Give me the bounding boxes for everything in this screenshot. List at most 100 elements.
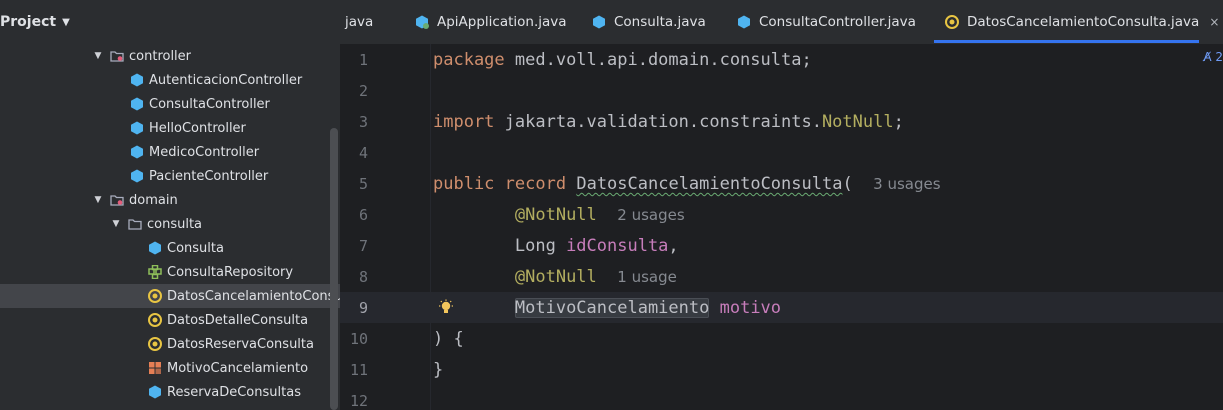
chevron-down-icon[interactable]: ▼: [110, 219, 122, 229]
tree-item-label: ReservaDeConsultas: [167, 384, 301, 400]
editor-tab-label: java: [345, 14, 374, 30]
lightbulb-icon[interactable]: [437, 299, 455, 317]
chevron-down-icon[interactable]: ▼: [62, 17, 70, 28]
code-token: Long: [433, 236, 567, 256]
code-token: motivo: [719, 298, 782, 318]
code-token: MotivoCancelamiento: [514, 298, 710, 318]
line-number: 9: [358, 299, 368, 317]
tree-item-label: PacienteController: [149, 168, 269, 184]
code-token: ) {: [433, 329, 464, 349]
tree-item[interactable]: DatosCancelamientoConsult: [0, 284, 340, 308]
package-folder-icon: [110, 193, 124, 207]
line-number: 8: [358, 268, 368, 286]
tree-item[interactable]: DatosDetalleConsulta: [0, 308, 340, 332]
code-editor[interactable]: 1 2 3 4 5 6 7 8 9 10 11 12 package med.voll.api.dom…: [340, 44, 1223, 410]
usages-hint[interactable]: 1 usage: [617, 268, 677, 286]
tree-item-label: ConsultaController: [149, 96, 270, 112]
tree-item[interactable]: ▼ domain: [0, 188, 340, 212]
editor-tab-label: ConsultaController.java: [759, 14, 916, 30]
class-icon: [130, 97, 144, 111]
tree-item[interactable]: ConsultaRepository: [0, 260, 340, 284]
editor-tab[interactable]: DatosCancelamientoConsulta.java ×: [945, 0, 1219, 44]
tree-item[interactable]: DatosReservaConsulta: [0, 332, 340, 356]
tree-item[interactable]: MedicoController: [0, 140, 340, 164]
tree-item[interactable]: ▼ consulta: [0, 212, 340, 236]
chevron-down-icon[interactable]: ▼: [92, 51, 104, 61]
editor-tab[interactable]: ApiApplication.java: [415, 0, 567, 44]
tree-item-label: Consulta: [167, 240, 224, 256]
project-panel-header[interactable]: Project ▼: [0, 0, 340, 44]
code-line[interactable]: }: [433, 360, 443, 380]
tree-item-label: DatosCancelamientoConsult: [167, 288, 340, 304]
code-token: @NotNull: [514, 205, 597, 225]
line-number: 4: [358, 144, 368, 162]
code-line[interactable]: ) {: [433, 329, 464, 349]
code-line[interactable]: public record DatosCancelamientoConsulta…: [433, 174, 941, 194]
editor-tab-label: Consulta.java: [614, 14, 706, 30]
code-line[interactable]: @NotNull 1 usage: [433, 267, 677, 287]
tree-item-label: AutenticacionController: [149, 72, 303, 88]
code-token: (: [842, 174, 874, 194]
tree-item[interactable]: ConsultaController: [0, 92, 340, 116]
spring-class-icon: [415, 15, 429, 29]
code-token: ,: [668, 236, 679, 256]
tree-item-label: HelloController: [149, 120, 246, 136]
tree-item-label: ConsultaRepository: [167, 264, 294, 280]
code-token: package: [433, 50, 505, 70]
line-number: 1: [358, 51, 368, 69]
editor-tab-label: DatosCancelamientoConsulta.java: [967, 14, 1200, 30]
usages-hint[interactable]: 3 usages: [873, 175, 940, 193]
line-number: 6: [358, 206, 368, 224]
folder-icon: [128, 217, 142, 231]
record-icon: [148, 337, 162, 351]
tree-item-label: domain: [129, 192, 178, 208]
line-number: 2: [358, 82, 368, 100]
code-line[interactable]: MotivoCancelamiento motivo: [433, 298, 781, 318]
code-line[interactable]: @NotNull 2 usages: [433, 205, 685, 225]
enum-icon: [148, 361, 162, 375]
code-token: NotNull: [821, 112, 894, 132]
tree-item[interactable]: AutenticacionController: [0, 68, 340, 92]
editor-tab[interactable]: Consulta.java: [592, 0, 706, 44]
code-line[interactable]: Long idConsulta,: [433, 236, 679, 256]
reader-mode-indicator[interactable]: A̸ 2: [1203, 50, 1223, 64]
tree-item[interactable]: ReservaDeConsultas: [0, 380, 340, 404]
scrollbar-thumb[interactable]: [330, 128, 338, 410]
class-icon: [130, 169, 144, 183]
class-icon: [737, 15, 751, 29]
tree-item[interactable]: Consulta: [0, 236, 340, 260]
tree-item-label: MedicoController: [149, 144, 260, 160]
interface-icon: [148, 264, 162, 280]
usages-hint[interactable]: 2 usages: [617, 206, 684, 224]
editor-tab[interactable]: ConsultaController.java: [737, 0, 916, 44]
code-line[interactable]: import jakarta.validation.constraints.No…: [433, 112, 904, 132]
tree-item-label: MotivoCancelamiento: [167, 360, 309, 376]
line-number: 7: [358, 237, 368, 255]
tree-item[interactable]: MotivoCancelamiento: [0, 356, 340, 380]
line-number-gutter: 1 2 3 4 5 6 7 8 9 10 11 12: [340, 44, 430, 410]
tree-item[interactable]: HelloController: [0, 116, 340, 140]
code-token: jakarta.validation.constraints.: [494, 112, 822, 132]
code-line[interactable]: package med.voll.api.domain.consulta;: [433, 50, 812, 70]
tree-item[interactable]: ▼ controller: [0, 44, 340, 68]
class-icon: [130, 145, 144, 159]
class-icon: [130, 121, 144, 135]
record-icon: [945, 15, 959, 29]
class-icon: [148, 385, 162, 399]
class-icon: [130, 73, 144, 87]
tree-item[interactable]: PacienteController: [0, 164, 340, 188]
gutter-separator: [430, 44, 431, 410]
code-token: }: [433, 360, 444, 380]
code-token: import: [433, 112, 495, 132]
line-number: 10: [349, 330, 368, 348]
editor-tab[interactable]: java: [345, 0, 373, 44]
chevron-down-icon[interactable]: ▼: [92, 195, 104, 205]
close-icon[interactable]: ×: [1209, 15, 1219, 29]
project-panel-title[interactable]: Project: [0, 14, 56, 30]
line-number: 3: [358, 113, 368, 131]
